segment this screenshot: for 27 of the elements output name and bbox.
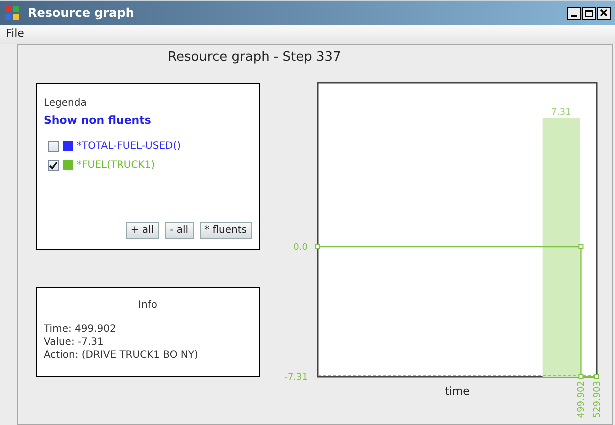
checkbox[interactable] [48,160,59,170]
close-icon [600,9,608,17]
legend-title: Legenda [44,97,88,111]
legend-label: *FUEL(TRUCK1) [77,158,156,172]
app-icon [4,5,20,21]
x-axis-label: time [445,385,470,398]
info-text: Value: -7.31 [44,336,105,349]
legend-button[interactable]: - all [165,222,194,239]
graph-title: Resource graph - Step 337 [168,49,342,67]
minimize-button[interactable] [567,6,581,20]
y-tick-label: -7.31 [284,373,308,383]
legend-label: *TOTAL-FUEL-USED() [77,140,182,154]
window-title: Resource graph [28,5,134,22]
x-tick-label: 499.902 [577,381,588,418]
show-non-fluents-link[interactable]: Show non fluents [44,113,252,130]
x-tick-label: 529.903 [593,381,603,418]
info-text: Action: (DRIVE TRUCK1 BO NY) [44,349,200,362]
legend-button[interactable]: + all [126,222,160,239]
info-text: Time: 499.902 [44,323,118,336]
legend-button[interactable]: * fluents [200,222,252,239]
y-tick-label: 0.0 [294,242,308,253]
info-title: Info [138,299,158,313]
close-button[interactable] [597,6,611,20]
checkbox[interactable] [48,140,59,152]
maximize-button[interactable] [582,6,596,20]
menu-item[interactable]: File [6,26,24,43]
band-label: 7.31 [551,108,572,118]
